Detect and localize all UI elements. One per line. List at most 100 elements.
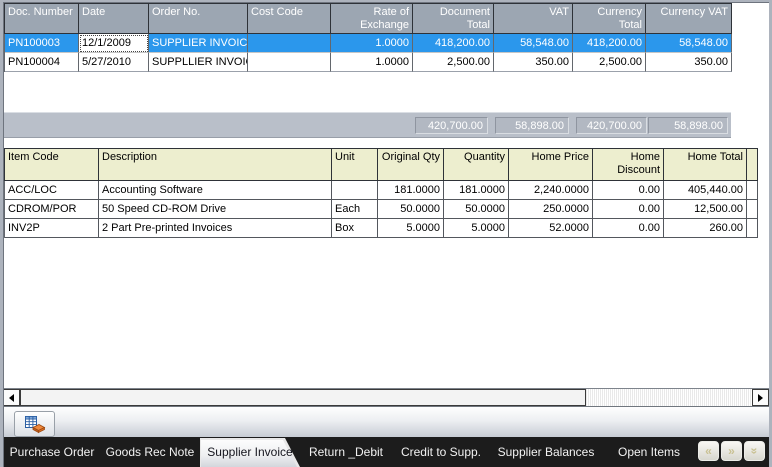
scroll-left-button[interactable]: [3, 389, 20, 406]
column-header[interactable]: Quantity: [444, 148, 509, 181]
cell[interactable]: 0.00: [593, 219, 664, 238]
cell[interactable]: 12,500.00: [664, 200, 747, 219]
cell[interactable]: SUPPLIER INVOICE: [149, 34, 248, 53]
cell[interactable]: 2 Part Pre-printed Invoices: [99, 219, 332, 238]
column-header[interactable]: Item Code: [5, 148, 99, 181]
cell[interactable]: 181.0000: [444, 181, 509, 200]
column-header[interactable]: Home Total: [664, 148, 747, 181]
cell[interactable]: 52.0000: [509, 219, 593, 238]
documents-grid-header: Doc. NumberDateOrder No.Cost CodeRate of…: [4, 3, 732, 34]
table-row[interactable]: ACC/LOCAccounting Software 181.0000181.00…: [5, 181, 758, 200]
column-header[interactable]: Home Price: [509, 148, 593, 181]
cell[interactable]: 418,200.00: [413, 34, 494, 53]
scroll-right-button[interactable]: [752, 389, 769, 406]
totals-band: 420,700.00 58,898.00 420,700.00 58,898.0…: [4, 112, 731, 138]
scrollbar-track[interactable]: [586, 389, 752, 406]
cell[interactable]: 5/27/2010: [79, 53, 149, 72]
column-header[interactable]: [747, 148, 758, 181]
cell[interactable]: [747, 219, 758, 238]
tab-open-items[interactable]: Open Items: [602, 437, 696, 467]
document-total-sum: 420,700.00: [415, 117, 488, 134]
tab-goods-rec-note[interactable]: Goods Rec Note: [100, 437, 200, 467]
column-header[interactable]: Doc. Number: [5, 3, 79, 34]
column-header[interactable]: Home Discount: [593, 148, 664, 181]
table-row[interactable]: PN1000045/27/2010SUPPLLIER INVOIC1.00002…: [5, 53, 732, 72]
tab-label: Return _Debit: [309, 445, 383, 459]
table-row[interactable]: INV2P2 Part Pre-printed InvoicesBox5.000…: [5, 219, 758, 238]
cell[interactable]: 50 Speed CD-ROM Drive: [99, 200, 332, 219]
cell[interactable]: 2,500.00: [573, 53, 646, 72]
cell[interactable]: INV2P: [5, 219, 99, 238]
cell[interactable]: [747, 200, 758, 219]
items-grid: Item CodeDescriptionUnitOriginal QtyQuan…: [4, 148, 758, 238]
cell[interactable]: ACC/LOC: [5, 181, 99, 200]
tab-menu-down-button[interactable]: »: [744, 441, 765, 461]
column-header[interactable]: Unit: [332, 148, 378, 181]
column-header[interactable]: Original Qty: [378, 148, 444, 181]
tab-label: Open Items: [618, 445, 680, 459]
currency-vat-sum: 58,898.00: [648, 117, 728, 134]
cell[interactable]: 1.0000: [331, 53, 413, 72]
cell[interactable]: 50.0000: [378, 200, 444, 219]
column-header[interactable]: Cost Code: [248, 3, 331, 34]
cell[interactable]: 418,200.00: [573, 34, 646, 53]
cell[interactable]: Each: [332, 200, 378, 219]
cell[interactable]: 12/1/2009: [79, 34, 149, 53]
column-header[interactable]: Currency VAT: [646, 3, 732, 34]
cell[interactable]: 50.0000: [444, 200, 509, 219]
cell[interactable]: 2,240.0000: [509, 181, 593, 200]
cell[interactable]: 58,548.00: [646, 34, 732, 53]
column-header[interactable]: Date: [79, 3, 149, 34]
cell[interactable]: 260.00: [664, 219, 747, 238]
column-header[interactable]: Document Total: [413, 3, 494, 34]
cell[interactable]: 58,548.00: [494, 34, 573, 53]
triangle-right-icon: [758, 394, 767, 402]
column-header[interactable]: Order No.: [149, 3, 248, 34]
cell[interactable]: 5.0000: [444, 219, 509, 238]
tab-label: Supplier Invoice: [207, 445, 292, 459]
table-row[interactable]: PN10000312/1/2009SUPPLIER INVOICE1.00004…: [5, 34, 732, 53]
cell[interactable]: 181.0000: [378, 181, 444, 200]
cell[interactable]: [248, 34, 331, 53]
cell[interactable]: 5.0000: [378, 219, 444, 238]
column-header[interactable]: Currency Total: [573, 3, 646, 34]
bottom-toolbar: [0, 406, 772, 437]
scroll-tabs-right-button[interactable]: »: [721, 441, 742, 461]
tab-label: Credit to Supp.: [401, 445, 481, 459]
cell[interactable]: [332, 181, 378, 200]
tab-credit-to-supp-[interactable]: Credit to Supp.: [392, 437, 490, 467]
cell[interactable]: [248, 53, 331, 72]
tab-supplier-balances[interactable]: Supplier Balances: [490, 437, 602, 467]
items-grid-body: ACC/LOCAccounting Software 181.0000181.00…: [4, 181, 758, 238]
tab-return-debit[interactable]: Return _Debit: [300, 437, 392, 467]
tab-nav-buttons: «»»: [698, 441, 765, 461]
cell[interactable]: Accounting Software: [99, 181, 332, 200]
scrollbar-thumb[interactable]: [20, 389, 586, 406]
items-grid-header: Item CodeDescriptionUnitOriginal QtyQuan…: [4, 148, 758, 181]
cell[interactable]: 350.00: [494, 53, 573, 72]
vat-total-sum: 58,898.00: [495, 117, 569, 134]
tab-purchase-order[interactable]: Purchase Order: [4, 437, 100, 467]
triangle-left-icon: [5, 394, 14, 402]
cell[interactable]: SUPPLLIER INVOIC: [149, 53, 248, 72]
cell[interactable]: CDROM/POR: [5, 200, 99, 219]
cell[interactable]: 0.00: [593, 200, 664, 219]
horizontal-scrollbar[interactable]: [3, 388, 769, 406]
grid-tool-button[interactable]: [14, 411, 55, 437]
cell[interactable]: 250.0000: [509, 200, 593, 219]
cell[interactable]: 350.00: [646, 53, 732, 72]
cell[interactable]: 2,500.00: [413, 53, 494, 72]
column-header[interactable]: Rate of Exchange: [331, 3, 413, 34]
column-header[interactable]: Description: [99, 148, 332, 181]
table-row[interactable]: CDROM/POR50 Speed CD-ROM DriveEach50.000…: [5, 200, 758, 219]
column-header[interactable]: VAT: [494, 3, 573, 34]
cell[interactable]: [747, 181, 758, 200]
cell[interactable]: Box: [332, 219, 378, 238]
cell[interactable]: PN100004: [5, 53, 79, 72]
cell[interactable]: 405,440.00: [664, 181, 747, 200]
tab-supplier-invoice[interactable]: Supplier Invoice: [200, 437, 300, 467]
cell[interactable]: 0.00: [593, 181, 664, 200]
cell[interactable]: PN100003: [5, 34, 79, 53]
scroll-tabs-left-button[interactable]: «: [698, 441, 719, 461]
cell[interactable]: 1.0000: [331, 34, 413, 53]
